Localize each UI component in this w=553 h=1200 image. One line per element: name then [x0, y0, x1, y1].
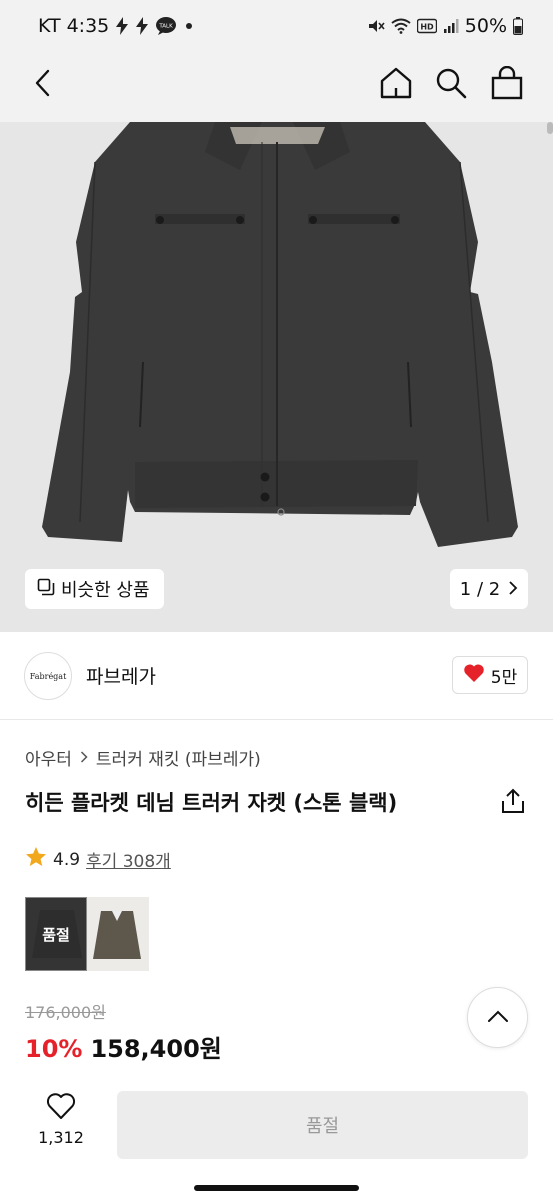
product-page: KT 4:35 TALK HD 50% 비슷한 상품 1 / 2 Fabréga… — [0, 0, 553, 1200]
svg-text:TALK: TALK — [159, 24, 174, 30]
battery-percent: 50% — [464, 15, 507, 37]
cart-button[interactable] — [484, 62, 530, 108]
status-bar: KT 4:35 TALK HD 50% — [0, 0, 553, 52]
rating-score: 4.9 — [53, 849, 81, 870]
chevron-right-icon — [508, 579, 518, 600]
heart-outline-icon — [46, 1092, 76, 1124]
dot-icon — [183, 20, 195, 32]
back-icon — [31, 68, 55, 102]
back-button[interactable] — [20, 62, 66, 108]
home-gesture-handle[interactable] — [194, 1185, 359, 1191]
similar-icon — [37, 578, 55, 601]
brand-name[interactable]: 파브레가 — [86, 662, 156, 689]
battery-icon — [513, 17, 523, 35]
brand-logo[interactable]: Fabrégat — [24, 652, 72, 700]
sale-price-row: 10% 158,400원 — [25, 1029, 222, 1064]
clock: 4:35 — [66, 15, 110, 37]
cart-icon — [491, 65, 523, 104]
carrier: KT — [38, 15, 61, 37]
wishlist-button[interactable]: 1,312 — [28, 1092, 94, 1147]
app-header — [0, 52, 553, 122]
chevron-up-icon — [487, 1008, 509, 1027]
product-image — [42, 122, 518, 547]
hd-icon: HD — [416, 18, 437, 34]
product-title: 히든 플라켓 데님 트러커 자켓 (스톤 블랙) — [25, 791, 398, 815]
rating-row: 4.9 후기 308개 — [25, 846, 171, 873]
breadcrumb-item-category[interactable]: 트러커 재킷 (파브레가) — [96, 745, 261, 770]
sale-price: 158,400원 — [90, 1035, 222, 1063]
discount-rate: 10% — [25, 1035, 83, 1063]
wish-count: 1,312 — [38, 1128, 84, 1147]
talk-icon: TALK — [155, 16, 177, 36]
status-right: HD 50% — [367, 15, 523, 37]
breadcrumb-item-outer[interactable]: 아우터 — [25, 745, 72, 770]
system-nav-bar — [0, 1170, 553, 1200]
breadcrumb: 아우터 트러커 재킷 (파브레가) — [25, 745, 261, 770]
home-button[interactable] — [373, 62, 419, 108]
share-button[interactable] — [499, 787, 527, 815]
brand-row: Fabrégat 파브레가 5만 — [0, 632, 553, 720]
bolt-icon — [135, 17, 149, 35]
chevron-right-icon — [80, 748, 88, 768]
page-indicator: 1 / 2 — [459, 578, 501, 600]
color-swatch-brown[interactable] — [87, 897, 149, 971]
share-icon — [499, 788, 527, 819]
buy-button[interactable]: 품절 — [117, 1091, 528, 1159]
scrollbar-thumb[interactable] — [547, 122, 553, 134]
wifi-icon — [391, 18, 411, 34]
search-icon — [435, 67, 467, 103]
brand-logo-text: Fabrégat — [29, 671, 67, 681]
brand-like-button[interactable]: 5만 — [452, 656, 528, 694]
soldout-badge: 품절 — [26, 898, 86, 970]
svg-text:HD: HD — [420, 23, 434, 32]
product-gallery[interactable]: 비슷한 상품 1 / 2 — [0, 122, 553, 632]
home-icon — [379, 66, 413, 104]
mute-icon — [367, 17, 385, 35]
star-icon — [25, 846, 47, 873]
original-price: 176,000원 — [25, 1003, 106, 1022]
status-left: KT 4:35 TALK — [38, 15, 195, 37]
scroll-top-button[interactable] — [467, 987, 528, 1048]
bolt-icon — [115, 17, 129, 35]
heart-icon — [463, 663, 485, 688]
brand-like-count: 5만 — [490, 667, 518, 688]
similar-label: 비슷한 상품 — [61, 580, 150, 601]
color-swatch-stone-black[interactable]: 품절 — [25, 897, 87, 971]
signal-icon — [443, 18, 459, 34]
search-button[interactable] — [428, 62, 474, 108]
similar-products-button[interactable]: 비슷한 상품 — [25, 569, 164, 609]
image-pager[interactable]: 1 / 2 — [450, 569, 528, 609]
bottom-action-bar: 1,312 품절 — [0, 1080, 553, 1170]
review-count-link[interactable]: 후기 308개 — [86, 847, 171, 872]
swatch-thumbnail — [93, 911, 141, 959]
